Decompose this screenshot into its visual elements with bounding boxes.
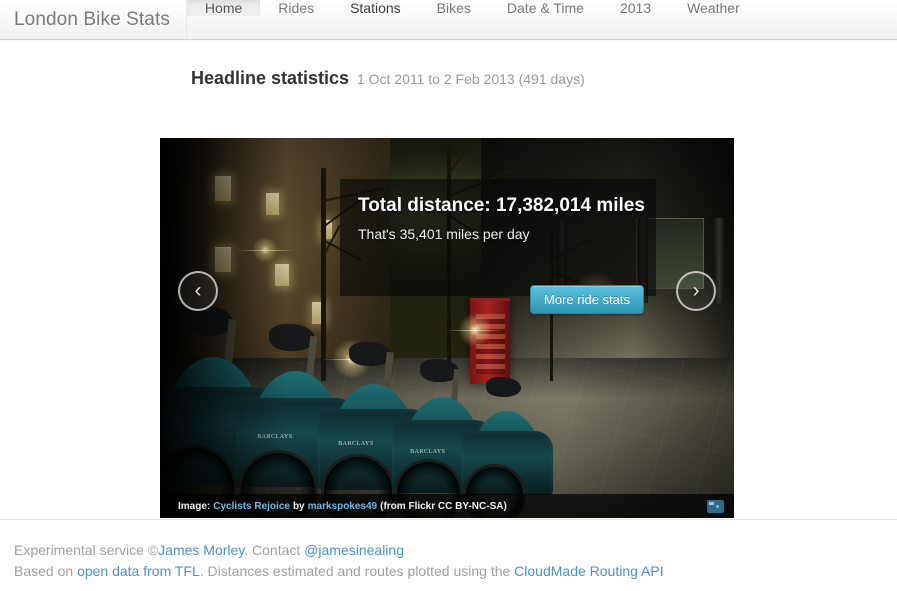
footer-line-1: Experimental service ©James Morley. Cont… [14, 540, 897, 561]
total-distance-text: Total distance: 17,382,014 miles [358, 195, 645, 216]
date-range-label: 1 Oct 2011 to 2 Feb 2013 (491 days) [356, 71, 585, 87]
footer-text: Experimental service © [14, 542, 159, 558]
carousel-prev-icon[interactable]: ‹ [178, 271, 218, 311]
navbar: London Bike Stats Home Rides Stations Bi… [0, 0, 897, 40]
caption-photo-link[interactable]: Cyclists Rejoice [213, 501, 290, 512]
nav-item-stations[interactable]: Stations [332, 0, 419, 16]
footer-link-cloudmade[interactable]: CloudMade Routing API [514, 563, 663, 579]
more-ride-stats-button[interactable]: More ride stats [530, 285, 644, 314]
caption-prefix: Image: [178, 500, 211, 512]
caption-by: by [292, 500, 305, 512]
footer-link-twitter[interactable]: @jamesinealing [304, 542, 404, 558]
nav-item-2013[interactable]: 2013 [602, 0, 669, 16]
nav-item-bikes[interactable]: Bikes [419, 0, 489, 16]
nav-item-date-time[interactable]: Date & Time [489, 0, 602, 16]
nav-item-home[interactable]: Home [186, 0, 261, 16]
footer: Experimental service ©James Morley. Cont… [0, 519, 897, 582]
miles-per-day-text: That's 35,401 miles per day [358, 226, 530, 242]
footer-text: . Distances estimated and routes plotted… [199, 563, 515, 579]
caption-author-link[interactable]: markspokes49 [308, 501, 378, 512]
image-attribution: Image: Cyclists Rejoice by markspokes49 … [160, 494, 734, 518]
carousel-next-icon[interactable]: › [676, 271, 716, 311]
nav-item-rides[interactable]: Rides [260, 0, 332, 16]
caption-license: (from Flickr CC BY-NC-SA) [380, 500, 507, 512]
footer-link-open-data[interactable]: open data from TFL [77, 563, 200, 579]
stats-overlay: Total distance: 17,382,014 miles That's … [340, 179, 656, 314]
footer-text: Based on [14, 563, 78, 579]
photo-carousel[interactable]: BARCLAYS BARCLAYS BARCLAYS 15547 [160, 138, 734, 518]
footer-link-james-morley[interactable]: James Morley [158, 542, 244, 558]
nav-items: Home Rides Stations Bikes Date & Time 20… [186, 0, 758, 39]
page-title: Headline statistics [191, 68, 350, 88]
main-content: Headline statistics 1 Oct 2011 to 2 Feb … [0, 40, 897, 520]
brand-logo[interactable]: London Bike Stats [0, 0, 187, 39]
footer-text: . Contact [244, 542, 305, 558]
nav-item-weather[interactable]: Weather [669, 0, 758, 16]
footer-line-2: Based on open data from TFL. Distances e… [14, 561, 897, 582]
headline-heading: Headline statistics 1 Oct 2011 to 2 Feb … [191, 68, 585, 89]
camera-icon[interactable] [707, 499, 724, 513]
